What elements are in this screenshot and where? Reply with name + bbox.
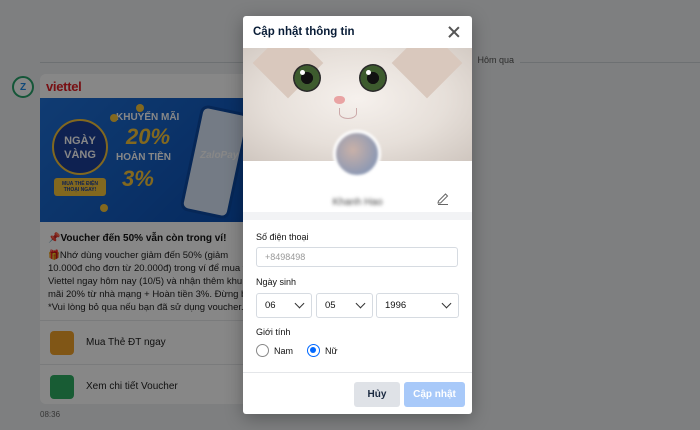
month-value: 05: [325, 300, 336, 311]
gender-female-label[interactable]: Nữ: [325, 346, 338, 356]
cat-ear: [391, 48, 463, 99]
cat-eye: [359, 64, 387, 92]
gender-male-radio[interactable]: [256, 344, 269, 357]
modal-title: Cập nhật thông tin: [253, 26, 355, 38]
year-value: 1996: [385, 300, 407, 311]
cat-eye: [293, 64, 321, 92]
phone-value: +8498498: [265, 252, 306, 262]
cat-nose: [334, 96, 345, 104]
gender-options: Nam Nữ: [256, 344, 338, 357]
update-button[interactable]: Cập nhật: [404, 382, 465, 407]
chevron-down-icon: [355, 298, 366, 309]
pencil-icon[interactable]: [436, 192, 450, 206]
gender-label: Giới tính: [256, 327, 291, 337]
update-info-modal: Cập nhật thông tin Khanh Hao Số điện tho…: [243, 16, 472, 414]
phone-field[interactable]: +8498498: [256, 247, 458, 267]
close-icon[interactable]: [446, 24, 462, 40]
modal-header: Cập nhật thông tin: [243, 16, 472, 48]
chevron-down-icon: [294, 298, 305, 309]
day-value: 06: [265, 300, 276, 311]
gender-female-radio[interactable]: [307, 344, 321, 357]
profile-avatar[interactable]: [333, 130, 381, 178]
year-select[interactable]: 1996: [376, 293, 459, 318]
cat-mouth: [339, 108, 357, 119]
section-divider: [243, 212, 472, 220]
cancel-button[interactable]: Hủy: [354, 382, 400, 407]
modal-footer: Hủy Cập nhật: [243, 372, 472, 414]
phone-label: Số điện thoại: [256, 232, 309, 242]
chevron-down-icon: [441, 298, 452, 309]
gender-male-label[interactable]: Nam: [274, 346, 293, 356]
month-select[interactable]: 05: [316, 293, 373, 318]
day-select[interactable]: 06: [256, 293, 312, 318]
display-name: Khanh Hao: [332, 197, 383, 208]
dob-label: Ngày sinh: [256, 277, 297, 287]
